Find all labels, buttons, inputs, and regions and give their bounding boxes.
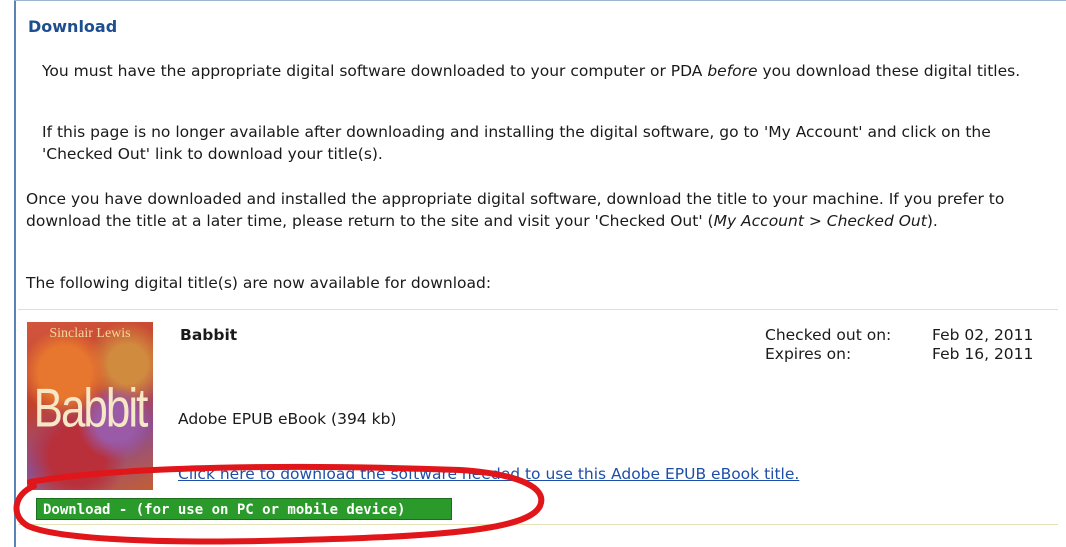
checked-out-label: Checked out on: bbox=[765, 326, 892, 344]
frame-border-left bbox=[14, 0, 16, 547]
frame-border-top bbox=[14, 0, 1066, 1]
instruction-software-required: You must have the appropriate digital so… bbox=[42, 62, 1021, 80]
cover-title: Babbit bbox=[33, 377, 149, 439]
dates-labels: Checked out on: Expires on: bbox=[765, 326, 891, 364]
checked-out-date: Feb 02, 2011 bbox=[932, 326, 1034, 344]
book-title: Babbit bbox=[180, 326, 238, 344]
download-button[interactable]: Download - (for use on PC or mobile devi… bbox=[36, 498, 452, 520]
book-format: Adobe EPUB eBook (394 kb) bbox=[178, 410, 397, 428]
section-heading: Download bbox=[28, 17, 118, 36]
dates-values: Feb 02, 2011 Feb 16, 2011 bbox=[932, 326, 1033, 364]
book-cover-image: Sinclair Lewis Babbit bbox=[27, 322, 153, 490]
expires-label: Expires on: bbox=[765, 345, 852, 363]
divider-top bbox=[18, 309, 1058, 310]
divider-bottom bbox=[18, 524, 1058, 525]
available-titles-intro: The following digital title(s) are now a… bbox=[26, 274, 492, 292]
cover-author: Sinclair Lewis bbox=[49, 326, 131, 341]
download-software-link[interactable]: Click here to download the software need… bbox=[178, 465, 799, 483]
expires-date: Feb 16, 2011 bbox=[932, 345, 1034, 363]
instruction-download-later: Once you have downloaded and installed t… bbox=[26, 190, 1005, 230]
instruction-my-account: If this page is no longer available afte… bbox=[42, 123, 991, 163]
